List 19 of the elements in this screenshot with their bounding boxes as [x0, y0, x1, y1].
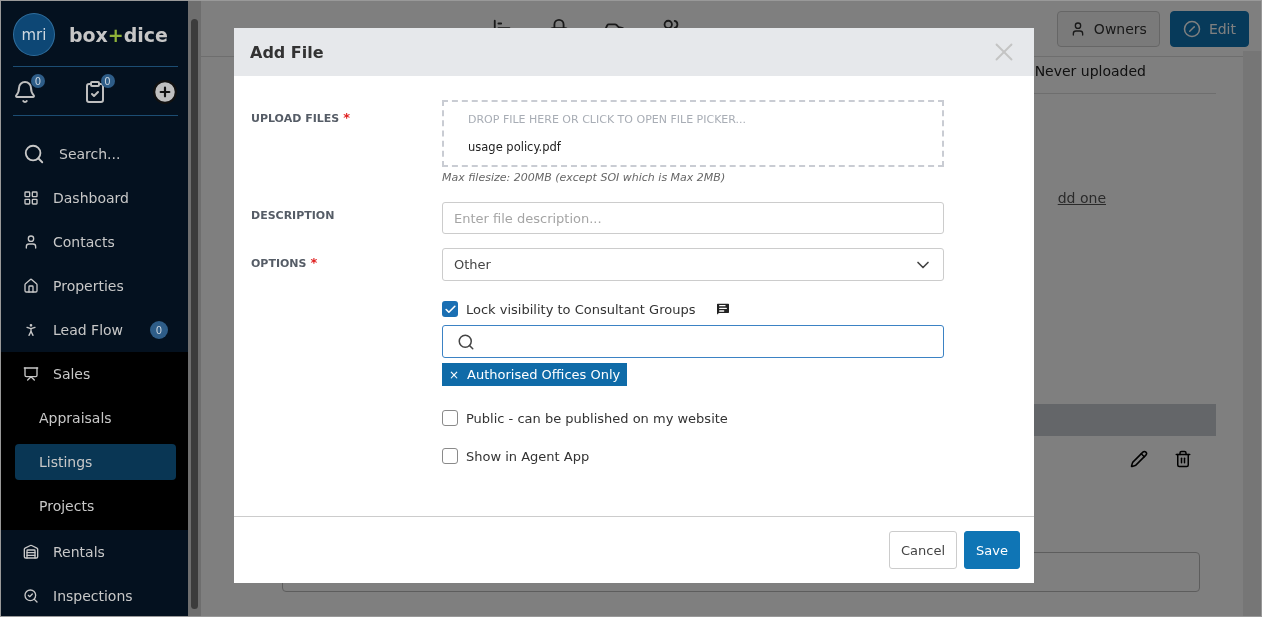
checkbox-label: Public - can be published on my website	[466, 410, 728, 426]
upload-status: Never uploaded	[1034, 63, 1146, 79]
field-label: DESCRIPTION	[251, 208, 336, 224]
logo-badge: mri	[13, 13, 55, 56]
count-badge: 0	[31, 74, 45, 88]
count-badge: 0	[150, 321, 168, 339]
required-mark: *	[343, 110, 350, 125]
logo-text: box+dice	[68, 23, 168, 46]
dialog-title: Add File	[250, 42, 324, 62]
checkbox-label: Lock visibility to Consultant Groups	[466, 301, 696, 317]
field-label: UPLOAD FILES *	[251, 109, 351, 127]
checkbox-label: Show in Agent App	[466, 448, 590, 464]
drop-hint: DROP FILE HERE OR CLICK TO OPEN FILE PICKER...	[468, 113, 748, 126]
field-label: OPTIONS *	[251, 254, 319, 272]
tag-label: Authorised Offices Only	[467, 367, 621, 382]
required-mark: *	[310, 255, 318, 270]
size-note: Max filesize: 200MB (except SOI which is Max 2MB)	[442, 171, 727, 184]
count-badge: 0	[100, 74, 115, 88]
file-name: usage policy.pdf	[468, 140, 562, 154]
